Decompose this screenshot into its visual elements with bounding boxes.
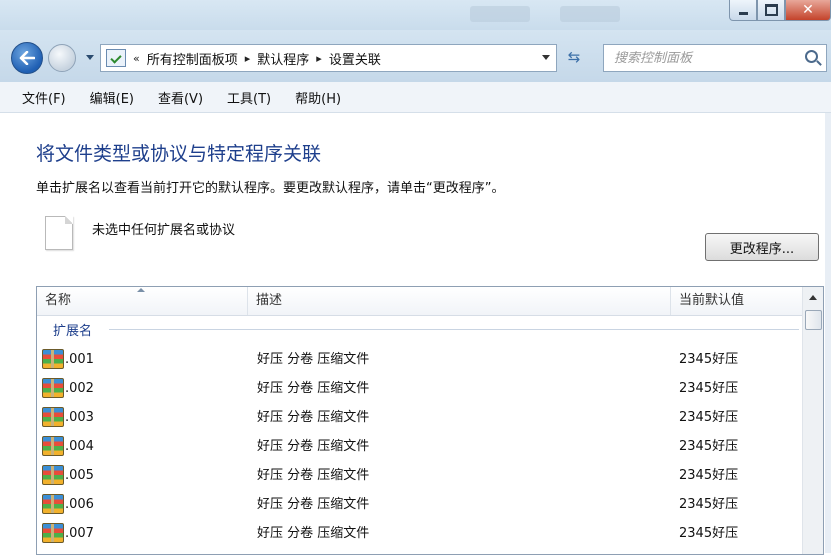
maximize-icon bbox=[764, 4, 778, 16]
row-description: 好压 分卷 压缩文件 bbox=[257, 468, 370, 483]
column-header-current-default[interactable]: 当前默认值 bbox=[671, 287, 802, 315]
blurred-tab bbox=[470, 6, 530, 22]
page-description: 单击扩展名以查看当前打开它的默认程序。要更改默认程序，请单击“更改程序”。 bbox=[36, 181, 505, 196]
table-row[interactable]: .006 好压 分卷 压缩文件 2345好压 bbox=[37, 490, 802, 519]
row-default: 2345好压 bbox=[679, 410, 739, 425]
search-input[interactable] bbox=[612, 46, 801, 70]
row-default: 2345好压 bbox=[679, 526, 739, 541]
minimize-button[interactable] bbox=[729, 0, 757, 21]
address-bar[interactable]: « 所有控制面板项 ▸ 默认程序 ▸ 设置关联 bbox=[100, 44, 557, 72]
row-extension: .003 bbox=[65, 410, 94, 425]
menu-view[interactable]: 查看(V) bbox=[146, 88, 215, 107]
archive-icon bbox=[42, 407, 64, 427]
archive-icon bbox=[42, 465, 64, 485]
scroll-up-icon[interactable] bbox=[809, 295, 817, 300]
sort-ascending-icon bbox=[137, 288, 145, 292]
chevron-double-left-icon[interactable]: « bbox=[133, 52, 140, 65]
row-default: 2345好压 bbox=[679, 497, 739, 512]
breadcrumb-set-associations[interactable]: 设置关联 bbox=[329, 49, 381, 68]
table-row[interactable]: .007 好压 分卷 压缩文件 2345好压 bbox=[37, 519, 802, 548]
menu-edit[interactable]: 编辑(E) bbox=[78, 88, 146, 107]
refresh-icon: ⇆ bbox=[567, 48, 581, 66]
row-extension: .001 bbox=[65, 352, 94, 367]
association-list[interactable]: 名称 描述 当前默认值 扩展名 .001 好压 分卷 压缩文件 2345好压 .… bbox=[36, 286, 824, 555]
column-header-description[interactable]: 描述 bbox=[248, 287, 671, 315]
title-bar: ✕ bbox=[0, 0, 831, 30]
row-extension: .002 bbox=[65, 381, 94, 396]
menu-file[interactable]: 文件(F) bbox=[0, 88, 78, 107]
row-extension: .007 bbox=[65, 526, 94, 541]
column-header-name[interactable]: 名称 bbox=[37, 287, 248, 315]
row-extension: .004 bbox=[65, 439, 94, 454]
breadcrumb-all-control-panel-items[interactable]: 所有控制面板项 bbox=[147, 49, 238, 68]
change-program-button[interactable]: 更改程序... bbox=[705, 233, 819, 261]
selection-status: 未选中任何扩展名或协议 bbox=[92, 223, 236, 238]
table-row[interactable]: .002 好压 分卷 压缩文件 2345好压 bbox=[37, 374, 802, 403]
breadcrumb-arrow-icon[interactable]: ▸ bbox=[316, 52, 322, 65]
row-description: 好压 分卷 压缩文件 bbox=[257, 410, 370, 425]
page-title: 将文件类型或协议与特定程序关联 bbox=[36, 143, 322, 165]
archive-icon bbox=[42, 436, 64, 456]
close-button[interactable]: ✕ bbox=[785, 0, 831, 21]
vertical-scrollbar[interactable] bbox=[802, 287, 823, 554]
content-pane: 将文件类型或协议与特定程序关联 单击扩展名以查看当前打开它的默认程序。要更改默认… bbox=[0, 113, 825, 555]
control-panel-icon bbox=[106, 49, 126, 67]
row-default: 2345好压 bbox=[679, 439, 739, 454]
search-icon[interactable] bbox=[805, 50, 818, 63]
row-default: 2345好压 bbox=[679, 468, 739, 483]
row-description: 好压 分卷 压缩文件 bbox=[257, 352, 370, 367]
row-description: 好压 分卷 压缩文件 bbox=[257, 526, 370, 541]
table-row[interactable]: .004 好压 分卷 压缩文件 2345好压 bbox=[37, 432, 802, 461]
row-extension: .006 bbox=[65, 497, 94, 512]
archive-icon bbox=[42, 494, 64, 514]
blurred-tab bbox=[560, 6, 620, 22]
row-description: 好压 分卷 压缩文件 bbox=[257, 381, 370, 396]
window-edge bbox=[825, 113, 831, 553]
back-button[interactable] bbox=[11, 42, 43, 74]
close-icon: ✕ bbox=[802, 2, 814, 18]
refresh-button[interactable]: ⇆ bbox=[561, 44, 587, 70]
history-dropdown[interactable] bbox=[86, 55, 94, 60]
blank-file-icon bbox=[45, 216, 73, 250]
row-default: 2345好压 bbox=[679, 352, 739, 367]
navigation-bar: « 所有控制面板项 ▸ 默认程序 ▸ 设置关联 ⇆ bbox=[0, 30, 831, 82]
archive-icon bbox=[42, 523, 64, 543]
breadcrumb-arrow-icon[interactable]: ▸ bbox=[245, 52, 251, 65]
search-box[interactable] bbox=[603, 44, 827, 72]
table-row[interactable]: .005 好压 分卷 压缩文件 2345好压 bbox=[37, 461, 802, 490]
maximize-button[interactable] bbox=[757, 0, 785, 21]
row-description: 好压 分卷 压缩文件 bbox=[257, 497, 370, 512]
list-header: 名称 描述 当前默认值 bbox=[37, 287, 802, 316]
forward-button[interactable] bbox=[48, 44, 76, 72]
table-row[interactable]: .003 好压 分卷 压缩文件 2345好压 bbox=[37, 403, 802, 432]
address-dropdown-icon[interactable] bbox=[542, 55, 550, 60]
archive-icon bbox=[42, 378, 64, 398]
archive-icon bbox=[42, 349, 64, 369]
window-controls: ✕ bbox=[729, 0, 831, 21]
minimize-icon bbox=[738, 11, 748, 15]
menu-tools[interactable]: 工具(T) bbox=[215, 88, 283, 107]
row-description: 好压 分卷 压缩文件 bbox=[257, 439, 370, 454]
breadcrumb-default-programs[interactable]: 默认程序 bbox=[257, 49, 309, 68]
back-arrow-icon bbox=[19, 51, 35, 65]
row-extension: .005 bbox=[65, 468, 94, 483]
group-header-extensions: 扩展名 bbox=[53, 324, 93, 339]
table-row[interactable]: .001 好压 分卷 压缩文件 2345好压 bbox=[37, 345, 802, 374]
row-default: 2345好压 bbox=[679, 381, 739, 396]
group-divider bbox=[109, 329, 799, 330]
menu-help[interactable]: 帮助(H) bbox=[283, 88, 353, 107]
scrollbar-thumb[interactable] bbox=[805, 310, 822, 330]
menu-bar: 文件(F) 编辑(E) 查看(V) 工具(T) 帮助(H) bbox=[0, 82, 831, 113]
